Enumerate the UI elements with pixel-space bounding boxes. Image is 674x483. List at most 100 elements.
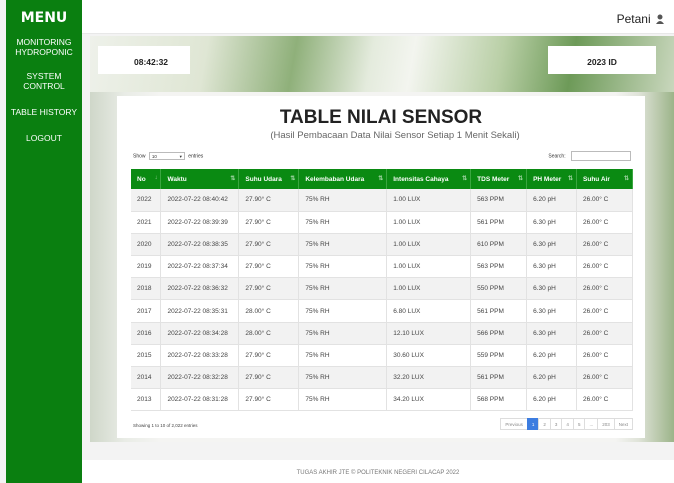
cell-kelembaban-udara: 75% RH — [298, 211, 388, 234]
column-header-label: No — [137, 175, 146, 183]
search-input[interactable] — [571, 151, 631, 161]
id-display: 2023 ID — [548, 46, 656, 74]
sort-icon: ⇅ — [623, 176, 629, 182]
pagination-page-button[interactable]: 203 — [597, 418, 615, 430]
cell-kelembaban-udara: 75% RH — [298, 322, 388, 345]
sidebar-item-label: MONITORING — [16, 37, 72, 47]
column-header-suhu-udara[interactable]: Suhu Udara ⇅ — [238, 169, 300, 189]
cell-suhu-udara: 27.90° C — [238, 255, 300, 279]
table-row: 2017 2022-07-22 08:35:31 28.00° C 75% RH 6.8… — [131, 299, 633, 323]
user-avatar-icon — [656, 14, 664, 24]
cell-suhu-air: 26.00° C — [576, 189, 633, 212]
cell-tds-meter: 559 PPM — [470, 344, 528, 368]
column-header-label: TDS Meter — [477, 175, 510, 183]
page-title: TABLE NILAI SENSOR — [279, 107, 483, 128]
cell-no: 2018 — [131, 277, 162, 301]
cell-ph-meter: 6.20 pH — [526, 189, 578, 212]
cell-tds-meter: 561 PPM — [470, 299, 528, 323]
sort-icon: ⇅ — [518, 176, 524, 182]
cell-kelembaban-udara: 75% RH — [298, 366, 388, 390]
table-row: 2013 2022-07-22 08:31:28 27.90° C 75% RH 34.… — [131, 388, 633, 412]
cell-waktu: 2022-07-22 08:36:32 — [160, 277, 240, 301]
cell-suhu-air: 26.00° C — [576, 211, 633, 234]
cell-suhu-udara: 27.90° C — [238, 233, 300, 257]
sidebar-brand: MENU — [20, 10, 68, 26]
cell-intensitas-cahaya: 12.10 LUX — [386, 322, 472, 345]
sidebar-item-label: SYSTEM — [26, 71, 62, 81]
cell-no: 2019 — [131, 255, 162, 279]
sidebar-item-label: CONTROL — [23, 81, 65, 91]
sidebar-item-system-control[interactable]: SYSTEM CONTROL — [6, 71, 82, 91]
topbar: Petani — [82, 0, 674, 34]
cell-kelembaban-udara: 75% RH — [298, 299, 388, 323]
column-header-waktu[interactable]: Waktu ⇅ — [160, 169, 240, 189]
column-header-label: PH Meter — [533, 175, 562, 183]
column-header-label: Intensitas Cahaya — [393, 175, 449, 183]
cell-suhu-air: 26.00° C — [576, 388, 633, 412]
table-row: 2018 2022-07-22 08:36:32 27.90° C 75% RH 1.0… — [131, 277, 633, 301]
cell-suhu-air: 26.00° C — [576, 322, 633, 345]
cell-suhu-air: 26.00° C — [576, 255, 633, 279]
cell-tds-meter: 610 PPM — [470, 233, 528, 257]
cell-ph-meter: 6.20 pH — [526, 366, 578, 390]
table-row: 2021 2022-07-22 08:39:39 27.90° C 75% RH 1.0… — [131, 211, 633, 234]
cell-kelembaban-udara: 75% RH — [298, 388, 388, 412]
cell-suhu-udara: 28.00° C — [238, 322, 300, 345]
cell-no: 2013 — [131, 388, 162, 412]
sort-icon: ↓ — [154, 175, 158, 181]
sort-icon: ⇅ — [230, 176, 236, 182]
sort-icon: ⇅ — [378, 176, 384, 182]
cell-tds-meter: 568 PPM — [470, 388, 528, 412]
table-row: 2015 2022-07-22 08:33:28 27.90° C 75% RH 30.… — [131, 344, 633, 368]
sort-icon: ⇅ — [290, 176, 296, 182]
sort-icon: ⇅ — [462, 176, 468, 182]
cell-intensitas-cahaya: 30.60 LUX — [386, 344, 472, 368]
cell-kelembaban-udara: 75% RH — [298, 189, 388, 212]
cell-suhu-air: 26.00° C — [576, 233, 633, 257]
cell-ph-meter: 6.30 pH — [526, 299, 578, 323]
column-header-kelembaban-udara[interactable]: Kelembaban Udara ⇅ — [298, 169, 388, 189]
table-body: 2022 2022-07-22 08:40:42 27.90° C 75% RH 1.0… — [131, 189, 633, 412]
user-menu[interactable]: Petani — [617, 12, 664, 26]
sidebar-item-monitoring-hydroponic[interactable]: MONITORING HYDROPONIC — [6, 37, 82, 57]
column-header-suhu-air[interactable]: Suhu Air ⇅ — [576, 169, 633, 189]
sidebar-item-table-history[interactable]: TABLE HISTORY — [6, 107, 82, 117]
cell-suhu-udara: 27.90° C — [238, 344, 300, 368]
sensor-table: No ↓ Waktu ⇅ Suhu Udara ⇅ Kelembaban Udara ⇅… — [131, 169, 633, 412]
search-control: Search: — [548, 151, 631, 161]
entries-select[interactable]: 10 ▾ — [148, 152, 185, 160]
sensor-table-card: TABLE NILAI SENSOR (Hasil Pembacaan Data… — [117, 96, 645, 438]
table-row: 2022 2022-07-22 08:40:42 27.90° C 75% RH 1.0… — [131, 189, 633, 212]
cell-ph-meter: 6.30 pH — [526, 255, 578, 279]
cell-kelembaban-udara: 75% RH — [298, 255, 388, 279]
pagination-previous-button[interactable]: Previous — [500, 418, 528, 430]
cell-tds-meter: 561 PPM — [470, 366, 528, 390]
pagination-next-button[interactable]: Next — [613, 418, 633, 430]
show-label: Show — [133, 153, 146, 160]
cell-suhu-udara: 27.90° C — [238, 277, 300, 301]
cell-intensitas-cahaya: 1.00 LUX — [386, 189, 472, 212]
cell-ph-meter: 6.30 pH — [526, 322, 578, 345]
column-header-ph-meter[interactable]: PH Meter ⇅ — [526, 169, 578, 189]
cell-suhu-udara: 27.90° C — [238, 211, 300, 234]
column-header-no[interactable]: No ↓ — [131, 169, 162, 189]
cell-suhu-air: 26.00° C — [576, 299, 633, 323]
column-header-tds-meter[interactable]: TDS Meter ⇅ — [470, 169, 528, 189]
column-header-label: Waktu — [167, 175, 187, 183]
cell-intensitas-cahaya: 1.00 LUX — [386, 233, 472, 257]
cell-no: 2017 — [131, 299, 162, 323]
sidebar-item-logout[interactable]: LOGOUT — [6, 133, 82, 143]
column-header-intensitas-cahaya[interactable]: Intensitas Cahaya ⇅ — [386, 169, 472, 189]
cell-no: 2015 — [131, 344, 162, 368]
cell-intensitas-cahaya: 32.20 LUX — [386, 366, 472, 390]
chevron-down-icon: ▾ — [179, 154, 182, 159]
cell-ph-meter: 6.30 pH — [526, 211, 578, 234]
column-header-label: Suhu Air — [583, 175, 610, 183]
cell-kelembaban-udara: 75% RH — [298, 344, 388, 368]
cell-waktu: 2022-07-22 08:35:31 — [160, 299, 240, 323]
pagination-ellipsis: ... — [584, 418, 599, 430]
cell-kelembaban-udara: 75% RH — [298, 233, 388, 257]
cell-suhu-air: 26.00° C — [576, 344, 633, 368]
cell-tds-meter: 550 PPM — [470, 277, 528, 301]
cell-waktu: 2022-07-22 08:32:28 — [160, 366, 240, 390]
